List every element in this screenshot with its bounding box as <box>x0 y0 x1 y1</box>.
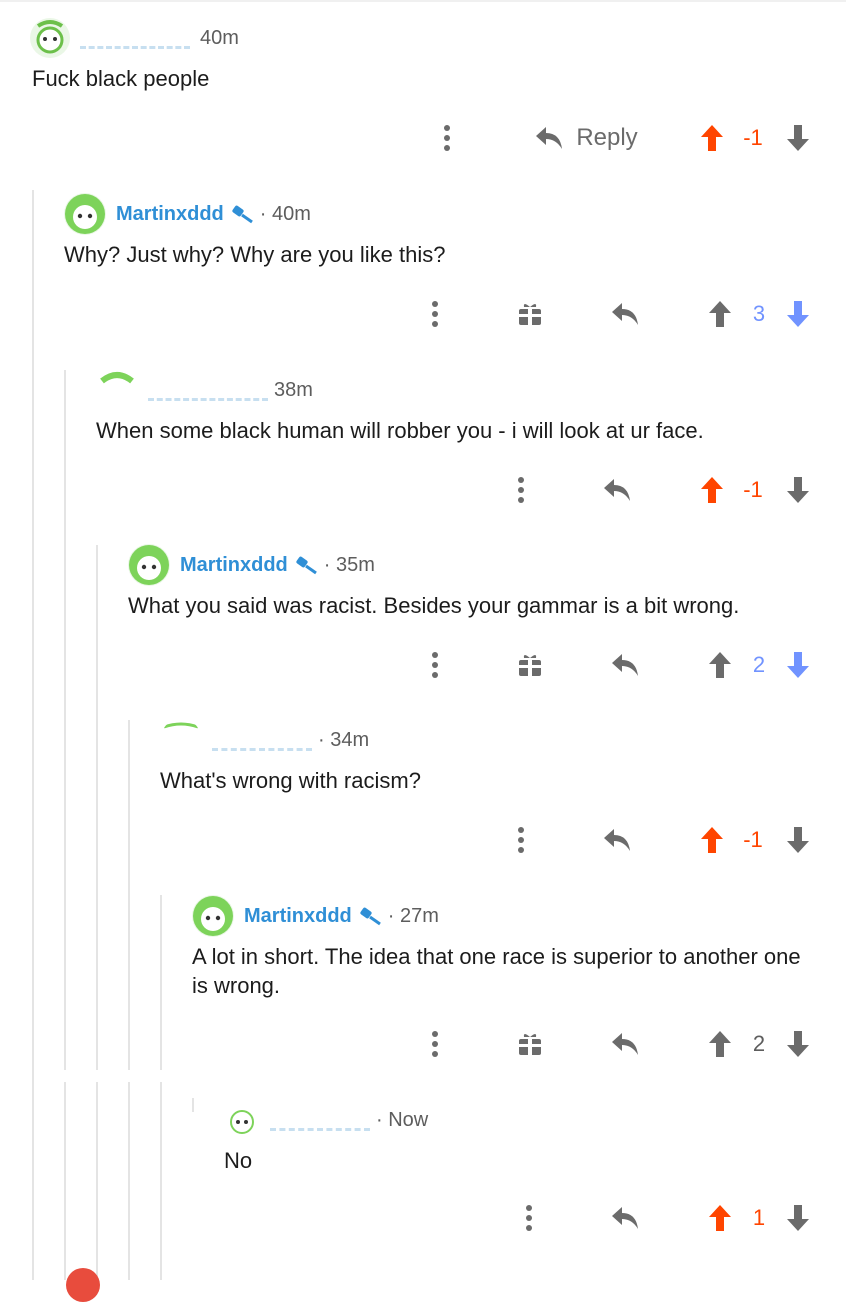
comment-body: What you said was racist. Besides your g… <box>128 593 740 618</box>
thread-line-6[interactable] <box>192 1098 194 1112</box>
comment-time: · Now <box>376 1108 429 1131</box>
username-redacted[interactable] <box>80 27 190 49</box>
username[interactable]: Martinxddd <box>180 554 288 577</box>
gift-icon[interactable] <box>514 294 546 334</box>
reply-arrow-icon[interactable] <box>608 294 642 334</box>
comment-header: Martinxddd · 40m <box>64 192 311 236</box>
comment-header: Martinxddd · 35m <box>128 543 375 587</box>
upvote-arrow-icon[interactable] <box>696 118 728 158</box>
more-options-icon[interactable] <box>420 294 450 334</box>
comment-actions: 3 <box>0 294 846 334</box>
moderator-wand-icon <box>232 205 253 224</box>
avatar-snoo-icon[interactable] <box>96 369 138 411</box>
comment-body: A lot in short. The idea that one race i… <box>192 944 801 998</box>
comment-header: · 34m <box>160 718 369 762</box>
vote-score: -1 <box>743 477 763 502</box>
avatar-snoo-icon[interactable] <box>30 18 70 58</box>
moderator-wand-icon <box>296 556 317 575</box>
username[interactable]: Martinxddd <box>244 905 352 928</box>
more-options-icon[interactable] <box>506 470 536 510</box>
thread-line-1[interactable] <box>32 190 34 1280</box>
downvote-arrow-icon[interactable] <box>782 645 814 685</box>
comment-time: · 35m <box>323 553 375 576</box>
comment-header: · Now <box>224 1098 428 1142</box>
comment-body: When some black human will robber you - … <box>96 418 704 443</box>
reply-button[interactable]: Reply <box>526 118 646 158</box>
more-options-icon[interactable] <box>420 645 450 685</box>
thread-line-4b[interactable] <box>128 1082 130 1280</box>
thread-line-4[interactable] <box>128 720 130 1070</box>
vote-score: 3 <box>752 301 766 326</box>
comment-time: 40m <box>200 26 239 49</box>
downvote-arrow-icon[interactable] <box>782 820 814 860</box>
more-options-icon[interactable] <box>432 118 462 158</box>
downvote-arrow-icon[interactable] <box>782 1198 814 1238</box>
reply-arrow-icon[interactable] <box>600 820 634 860</box>
gift-icon[interactable] <box>514 1024 546 1064</box>
upvote-arrow-icon[interactable] <box>704 294 736 334</box>
thread-line-5b[interactable] <box>160 1082 162 1280</box>
upvote-arrow-icon[interactable] <box>696 470 728 510</box>
more-options-icon[interactable] <box>506 820 536 860</box>
downvote-arrow-icon[interactable] <box>782 1024 814 1064</box>
comment-actions: 2 <box>0 645 846 685</box>
upvote-arrow-icon[interactable] <box>696 820 728 860</box>
thread-line-2b[interactable] <box>64 1082 66 1280</box>
vote-score: 2 <box>752 652 766 677</box>
reply-label: Reply <box>576 124 638 151</box>
reply-arrow-icon[interactable] <box>608 645 642 685</box>
upvote-arrow-icon[interactable] <box>704 1198 736 1238</box>
avatar-snoo-icon[interactable] <box>224 1102 260 1138</box>
avatar-snoo-icon[interactable] <box>160 719 202 761</box>
downvote-arrow-icon[interactable] <box>782 470 814 510</box>
comment-actions: -1 <box>0 470 846 510</box>
gift-icon[interactable] <box>514 645 546 685</box>
thread-line-3b[interactable] <box>96 1082 98 1280</box>
comment-header: 38m <box>96 368 313 412</box>
comment-body: Fuck black people <box>32 66 210 91</box>
vote-score: -1 <box>743 827 763 852</box>
comment-time: · 34m <box>318 728 370 751</box>
comment-time: · 27m <box>387 904 439 927</box>
comment-actions: 1 <box>0 1198 846 1238</box>
comment-body: Why? Just why? Why are you like this? <box>64 242 446 267</box>
more-options-icon[interactable] <box>420 1024 450 1064</box>
username-redacted[interactable] <box>148 379 268 401</box>
username[interactable]: Martinxddd <box>116 203 224 226</box>
avatar-snoo-icon[interactable] <box>64 193 106 235</box>
vote-score: -1 <box>743 125 763 150</box>
upvote-arrow-icon[interactable] <box>704 1024 736 1064</box>
next-comment-avatar[interactable] <box>66 1268 100 1302</box>
thread-line-3[interactable] <box>96 545 98 1070</box>
reply-arrow-icon[interactable] <box>608 1198 642 1238</box>
reply-arrow-icon[interactable] <box>600 470 634 510</box>
downvote-arrow-icon[interactable] <box>782 118 814 158</box>
vote-score: 1 <box>752 1205 766 1230</box>
comment-body: What's wrong with racism? <box>160 768 421 793</box>
comment-time: · 40m <box>259 202 311 225</box>
top-divider <box>0 0 846 2</box>
comment-actions: Reply -1 <box>0 118 846 158</box>
comment-time: 38m <box>274 378 313 401</box>
comment-actions: -1 <box>0 820 846 860</box>
reply-arrow-icon[interactable] <box>608 1024 642 1064</box>
comment-header: 40m <box>30 16 239 60</box>
moderator-wand-icon <box>360 907 381 926</box>
username-redacted[interactable] <box>270 1109 370 1131</box>
reply-arrow-icon <box>536 127 563 149</box>
avatar-snoo-icon[interactable] <box>192 895 234 937</box>
username-redacted[interactable] <box>212 729 312 751</box>
vote-score: 2 <box>752 1031 766 1056</box>
comment-actions: 2 <box>0 1024 846 1064</box>
downvote-arrow-icon[interactable] <box>782 294 814 334</box>
comment-body: No <box>224 1148 253 1173</box>
upvote-arrow-icon[interactable] <box>704 645 736 685</box>
more-options-icon[interactable] <box>514 1198 544 1238</box>
comment-header: Martinxddd · 27m <box>192 894 439 938</box>
avatar-snoo-icon[interactable] <box>128 544 170 586</box>
